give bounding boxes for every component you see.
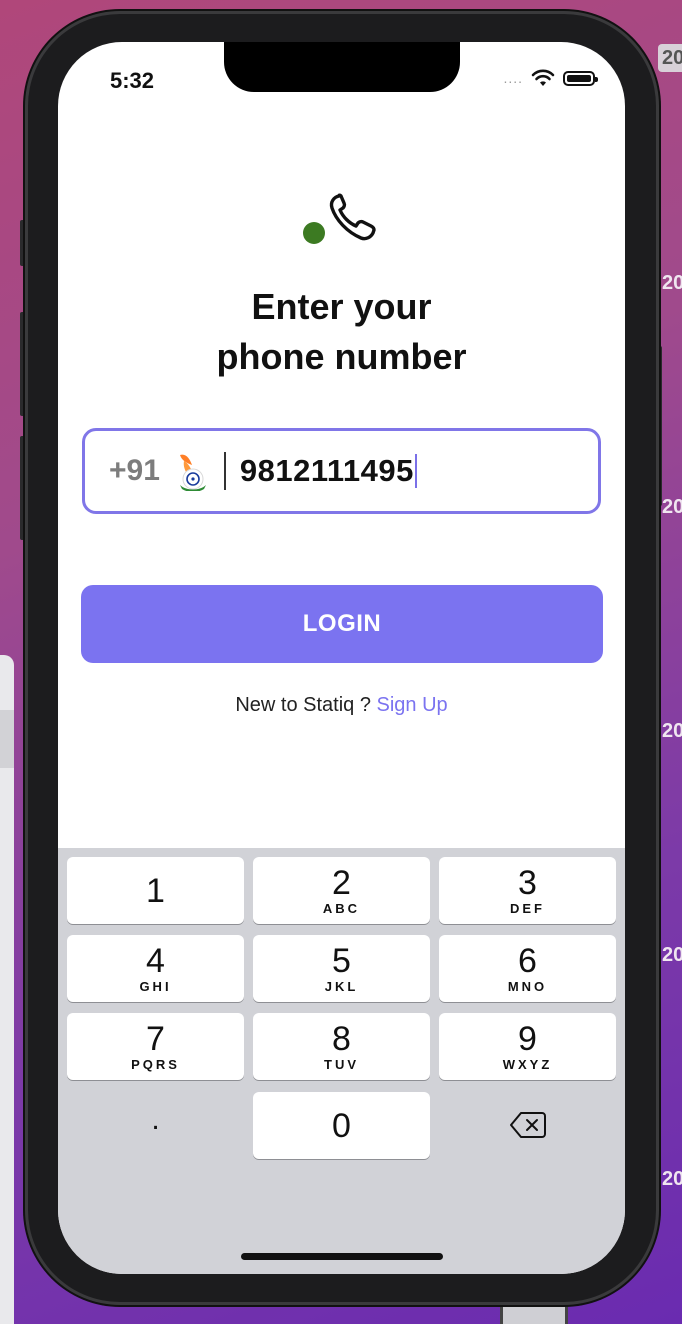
key-digit: 1 bbox=[146, 872, 165, 910]
key-letters: MNO bbox=[507, 979, 548, 994]
key-digit: 3 bbox=[518, 864, 537, 902]
desktop-label: 20 bbox=[662, 272, 682, 294]
desktop-label: 20 bbox=[662, 1168, 682, 1190]
volume-down-button bbox=[20, 436, 26, 540]
key-digit: 5 bbox=[332, 942, 351, 980]
country-code[interactable]: +91 bbox=[109, 454, 160, 488]
key-2[interactable]: 2 ABC bbox=[253, 857, 430, 924]
key-6[interactable]: 6 MNO bbox=[439, 935, 616, 1002]
key-digit: 0 bbox=[332, 1107, 351, 1145]
text-caret bbox=[414, 454, 417, 488]
wifi-icon bbox=[531, 69, 555, 86]
backspace-key[interactable] bbox=[439, 1092, 616, 1159]
key-letters: TUV bbox=[324, 1057, 359, 1072]
key-7[interactable]: 7 PQRS bbox=[67, 1013, 244, 1080]
key-0[interactable]: 0 bbox=[253, 1092, 430, 1159]
silent-switch bbox=[20, 220, 26, 266]
desktop-label: 20 bbox=[662, 944, 682, 966]
signup-prompt-line: New to Statiq ? Sign Up bbox=[58, 694, 625, 717]
key-digit: 2 bbox=[332, 864, 351, 902]
phone-icon bbox=[303, 193, 376, 244]
status-icons: .... bbox=[503, 68, 598, 88]
key-letters: DEF bbox=[510, 901, 545, 916]
key-8[interactable]: 8 TUV bbox=[253, 1013, 430, 1080]
volume-up-button bbox=[20, 312, 26, 416]
backspace-icon bbox=[510, 1112, 546, 1138]
title-line-1: Enter your bbox=[251, 286, 432, 327]
key-letters: JKL bbox=[324, 979, 359, 994]
sign-up-link[interactable]: Sign Up bbox=[377, 694, 448, 716]
page-title: Enter your phone number bbox=[58, 282, 625, 382]
signup-prompt: New to Statiq ? bbox=[235, 694, 371, 716]
key-9[interactable]: 9 WXYZ bbox=[439, 1013, 616, 1080]
key-3[interactable]: 3 DEF bbox=[439, 857, 616, 924]
key-digit: 4 bbox=[146, 942, 165, 980]
status-dot bbox=[303, 222, 325, 244]
field-separator bbox=[223, 452, 226, 490]
key-digit: 8 bbox=[332, 1020, 351, 1058]
notch bbox=[224, 42, 460, 92]
numeric-keypad: 1 2 ABC 3 DEF 4 GHI 5 JKL 6 MNO 7 PQRS 8 TUV 9W… bbox=[58, 848, 625, 1274]
phone-screen: 5:32 .... Enter your phone number +91 98… bbox=[58, 42, 625, 1274]
key-letters: WXYZ bbox=[502, 1057, 553, 1072]
key-4[interactable]: 4 GHI bbox=[67, 935, 244, 1002]
key-digit: 7 bbox=[146, 1020, 165, 1058]
desktop-label: 20 bbox=[662, 496, 682, 518]
signal-icon: .... bbox=[503, 70, 523, 86]
battery-icon bbox=[563, 70, 598, 86]
key-digit: . bbox=[151, 1103, 160, 1136]
key-digit: 9 bbox=[518, 1020, 537, 1058]
key-1[interactable]: 1 bbox=[67, 857, 244, 924]
login-button[interactable]: LOGIN bbox=[81, 585, 603, 663]
title-line-2: phone number bbox=[216, 336, 467, 377]
desktop-label: 20 bbox=[662, 720, 682, 742]
background-window bbox=[0, 655, 14, 1324]
key-letters: ABC bbox=[322, 901, 361, 916]
key-letters: PQRS bbox=[131, 1057, 180, 1072]
key-digit: 6 bbox=[518, 942, 537, 980]
india-flag-icon[interactable] bbox=[174, 451, 210, 491]
home-indicator bbox=[241, 1253, 443, 1260]
status-time: 5:32 bbox=[110, 68, 155, 93]
key-letters: GHI bbox=[139, 979, 172, 994]
key-decimal[interactable]: . bbox=[67, 1092, 244, 1159]
desktop-tag: 20 bbox=[658, 44, 682, 72]
phone-number-field[interactable]: +91 9812111495 bbox=[82, 428, 601, 514]
power-button bbox=[656, 346, 662, 506]
key-5[interactable]: 5 JKL bbox=[253, 935, 430, 1002]
phone-number-value[interactable]: 9812111495 bbox=[240, 453, 414, 489]
